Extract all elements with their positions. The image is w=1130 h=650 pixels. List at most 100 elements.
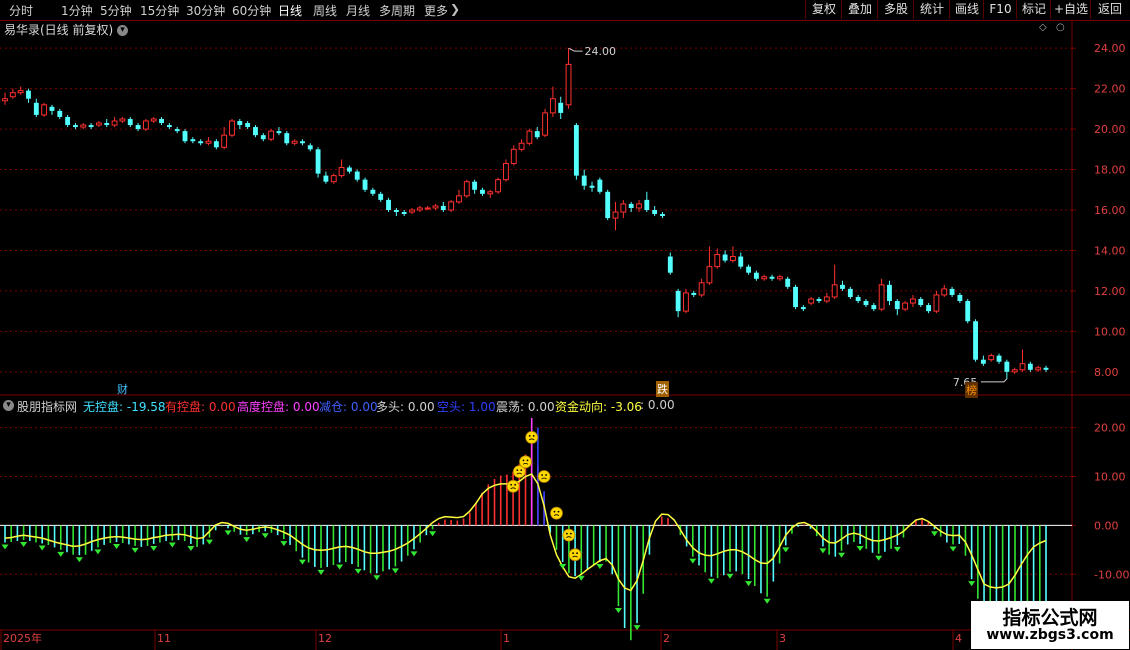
down-arrow-marker: [930, 531, 938, 537]
circle-icon[interactable]: ○: [1056, 22, 1065, 33]
price-tick-label: 12.00: [1094, 285, 1126, 298]
smiley-icon: [506, 479, 520, 493]
candle: [831, 264, 838, 299]
candle: [448, 199, 455, 213]
smiley-icon: [525, 431, 539, 444]
down-arrow-marker: [150, 545, 158, 551]
down-arrow-marker: [38, 545, 46, 551]
event-marker-drop[interactable]: 跌: [656, 381, 669, 397]
chevron-down-icon[interactable]: ▾: [117, 25, 129, 36]
candle: [761, 274, 768, 281]
candle: [589, 181, 595, 192]
down-arrow-marker: [280, 541, 288, 547]
watermark-url: www.zbgs3.com: [986, 627, 1114, 643]
candle: [300, 139, 305, 146]
down-arrow-marker: [893, 546, 901, 552]
candle: [378, 191, 384, 202]
candle: [95, 121, 102, 128]
price-panel-title: 易华录(日线 前复权) ▾: [4, 21, 129, 38]
field-fund-flow: 资金动向: -3.06: [555, 400, 642, 414]
candle: [354, 169, 360, 182]
candle: [362, 177, 368, 192]
down-arrow-marker: [205, 539, 213, 545]
field-long: 多头: 0.00: [376, 400, 435, 414]
indicator-name[interactable]: 股朋指标网: [17, 398, 77, 415]
time-axis-label: 11: [157, 632, 171, 645]
time-axis-label: 2: [663, 632, 670, 645]
down-arrow-marker: [577, 575, 585, 581]
candle: [268, 129, 275, 142]
candle: [393, 207, 399, 217]
candle: [933, 290, 940, 314]
candle: [902, 301, 909, 312]
candle: [119, 116, 126, 124]
field-control: 有控盘: 0.00: [165, 400, 236, 414]
candle: [440, 201, 446, 213]
down-arrow-marker: [1, 544, 9, 550]
candle: [104, 118, 110, 128]
candle: [573, 123, 579, 180]
down-arrow-marker: [856, 545, 864, 551]
candle: [980, 355, 986, 366]
kline-chart[interactable]: 24.0022.0020.0018.0016.0014.0012.0010.00…: [0, 0, 1130, 650]
candle: [871, 303, 877, 312]
chevron-down-icon[interactable]: ▾: [3, 400, 14, 411]
candle: [706, 246, 713, 285]
candle: [769, 274, 775, 281]
candle: [691, 290, 697, 297]
down-arrow-marker: [782, 547, 790, 553]
down-arrow-marker: [968, 581, 976, 587]
candle: [973, 319, 978, 362]
price-tick-label: 22.00: [1094, 83, 1126, 96]
candle: [330, 173, 337, 184]
candle: [1019, 349, 1026, 372]
down-arrow-marker: [819, 548, 827, 554]
candle: [996, 353, 1002, 364]
down-arrow-marker: [113, 544, 121, 549]
candle: [816, 296, 822, 304]
candle: [276, 127, 282, 136]
candle: [237, 118, 243, 130]
stock-title: 易华录(日线 前复权): [4, 23, 114, 37]
candle: [190, 137, 196, 144]
watermark-title: 指标公式网: [1002, 607, 1098, 629]
down-arrow-marker: [354, 568, 362, 574]
candle: [424, 205, 431, 210]
ind-tick-label: -10.00: [1094, 568, 1129, 581]
candle: [221, 127, 228, 150]
watermark: 指标公式网 www.zbgs3.com: [971, 601, 1129, 649]
down-arrow-marker: [707, 578, 715, 584]
candle: [926, 303, 932, 314]
down-arrow-marker: [689, 558, 697, 564]
candle: [65, 114, 71, 128]
candle: [386, 197, 391, 213]
candle: [401, 210, 407, 217]
price-tick-label: 24.00: [1094, 42, 1126, 55]
candle: [894, 299, 900, 316]
smiley-icon: [562, 528, 576, 542]
candle: [205, 137, 212, 146]
down-arrow-marker: [726, 573, 734, 579]
candle: [213, 139, 219, 150]
candle: [518, 139, 525, 152]
diamond-icon[interactable]: ◇: [1039, 22, 1047, 33]
event-marker-finance[interactable]: 财: [117, 381, 128, 397]
candle: [1004, 359, 1010, 379]
candle: [729, 246, 736, 263]
field-no-control: 无控盘: -19.58: [83, 400, 166, 414]
field-extra: : 0.00: [640, 398, 675, 412]
time-axis-label: 1: [503, 632, 510, 645]
down-arrow-marker: [75, 557, 83, 563]
down-arrow-marker: [391, 568, 399, 574]
event-marker-rank[interactable]: 榜: [965, 382, 978, 398]
candle: [887, 280, 892, 306]
down-arrow-marker: [763, 598, 771, 604]
candle: [988, 353, 995, 362]
candle: [307, 143, 313, 152]
candle: [57, 108, 63, 119]
candle: [111, 116, 118, 128]
candle: [495, 177, 502, 194]
candle: [229, 118, 235, 138]
candle: [150, 116, 157, 124]
candle: [746, 264, 751, 275]
